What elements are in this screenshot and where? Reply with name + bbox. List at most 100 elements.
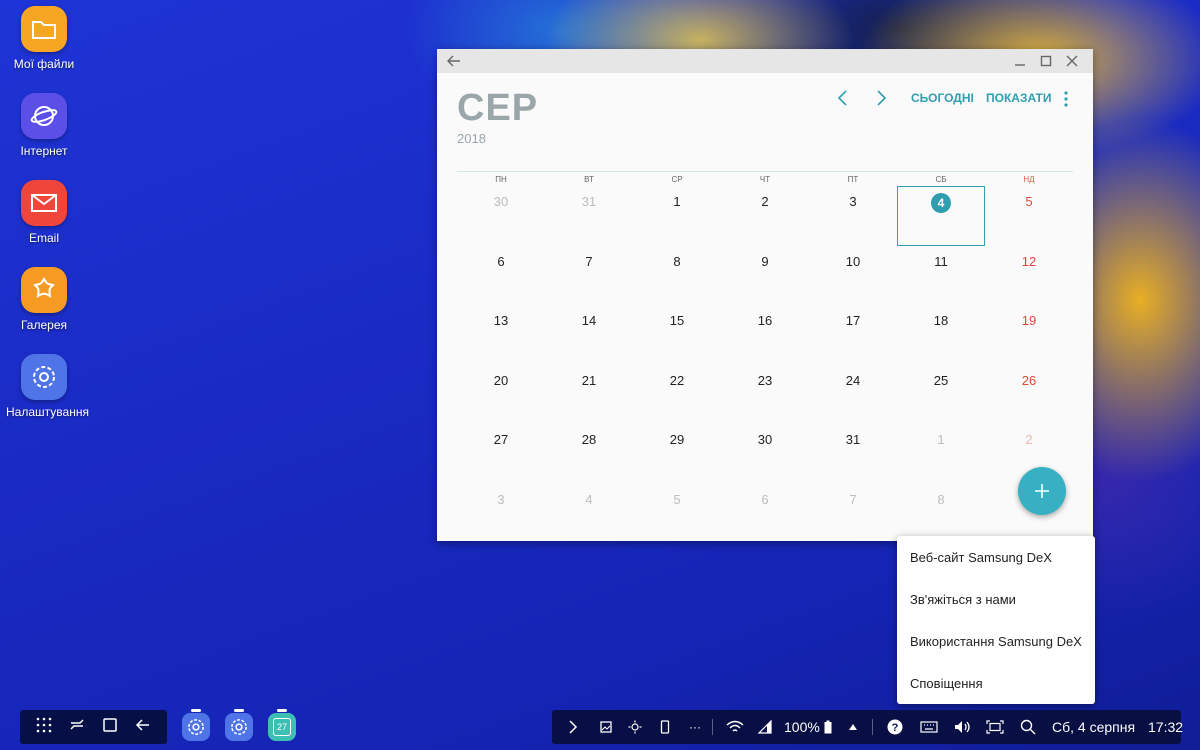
minimize-icon[interactable] <box>1013 53 1027 69</box>
screen-capture-icon[interactable] <box>986 710 1004 744</box>
running-indicator <box>234 709 244 712</box>
day-cell[interactable]: 8 <box>633 246 721 306</box>
week-row: 20 21 22 23 24 25 26 <box>457 365 1073 425</box>
day-cell[interactable]: 31 <box>545 186 633 246</box>
weekday-label: НД <box>1023 175 1035 184</box>
menu-item-contact-us[interactable]: Зв'яжіться з нами <box>897 578 1095 620</box>
recent-apps-icon[interactable] <box>69 717 85 738</box>
day-cell[interactable]: 4 <box>545 484 633 544</box>
desktop-icon-label: Галерея <box>20 318 68 332</box>
today-button[interactable]: СЬОГОДНІ <box>911 91 974 105</box>
menu-item-dex-website[interactable]: Веб-сайт Samsung DeX <box>897 536 1095 578</box>
phone-screen-icon[interactable] <box>660 710 670 744</box>
day-cell[interactable]: 15 <box>633 305 721 365</box>
day-cell[interactable]: 24 <box>809 365 897 425</box>
running-app-settings-2[interactable] <box>225 709 253 741</box>
brightness-icon[interactable] <box>628 710 642 744</box>
day-cell[interactable]: 2 <box>721 186 809 246</box>
day-cell[interactable]: 18 <box>897 305 985 365</box>
day-cell[interactable]: 5 <box>633 484 721 544</box>
help-icon[interactable]: ? <box>887 710 903 744</box>
day-cell[interactable]: 10 <box>809 246 897 306</box>
day-cell[interactable]: 26 <box>985 365 1073 425</box>
divider <box>712 719 713 735</box>
day-cell[interactable]: 12 <box>985 246 1073 306</box>
day-cell[interactable]: 31 <box>809 424 897 484</box>
day-cell[interactable]: 16 <box>721 305 809 365</box>
svg-text:?: ? <box>892 722 899 734</box>
apps-grid-icon[interactable] <box>36 717 52 738</box>
signal-icon[interactable] <box>758 710 772 744</box>
add-event-button[interactable] <box>1018 467 1066 515</box>
desktop-icon-email[interactable]: Email <box>6 180 82 245</box>
date-display[interactable]: Сб, 4 серпня <box>1052 710 1135 744</box>
desktop-icon-gallery[interactable]: Галерея <box>6 267 82 332</box>
day-cell[interactable]: 20 <box>457 365 545 425</box>
desktop-icon-settings[interactable]: Налаштування <box>6 354 89 419</box>
clock[interactable]: 17:32 <box>1148 710 1183 744</box>
more-icon[interactable]: ··· <box>689 710 701 744</box>
close-icon[interactable] <box>1065 53 1079 69</box>
week-row: 27 28 29 30 31 1 2 <box>457 424 1073 484</box>
day-cell[interactable]: 30 <box>721 424 809 484</box>
day-cell[interactable]: 30 <box>457 186 545 246</box>
internet-icon <box>21 93 67 139</box>
day-cell[interactable]: 17 <box>809 305 897 365</box>
running-indicator <box>277 709 287 712</box>
search-icon[interactable] <box>1020 710 1036 744</box>
screenshot-icon[interactable] <box>600 710 612 744</box>
desktop-icon-label: Email <box>28 231 59 245</box>
menu-item-notifications[interactable]: Сповіщення <box>897 662 1095 704</box>
email-icon <box>21 180 67 226</box>
day-cell[interactable]: 27 <box>457 424 545 484</box>
week-row: 30 31 1 2 3 4 5 <box>457 186 1073 246</box>
wifi-icon[interactable] <box>726 710 744 744</box>
day-cell[interactable]: 25 <box>897 365 985 425</box>
caret-up-icon[interactable] <box>848 710 858 744</box>
day-cell[interactable]: 6 <box>457 246 545 306</box>
day-cell[interactable]: 1 <box>897 424 985 484</box>
menu-item-using-dex[interactable]: Використання Samsung DeX <box>897 620 1095 662</box>
settings-icon <box>231 719 247 735</box>
day-cell[interactable]: 3 <box>809 186 897 246</box>
day-cell[interactable]: 9 <box>721 246 809 306</box>
day-cell-today[interactable]: 4 <box>897 186 985 246</box>
day-cell[interactable]: 1 <box>633 186 721 246</box>
day-cell[interactable]: 23 <box>721 365 809 425</box>
desktop-icon-my-files[interactable]: Мої файли <box>6 6 82 71</box>
day-cell[interactable]: 21 <box>545 365 633 425</box>
day-cell[interactable]: 11 <box>897 246 985 306</box>
keyboard-icon[interactable] <box>920 710 938 744</box>
battery-icon[interactable] <box>824 710 832 744</box>
calendar-icon: 27 <box>273 718 291 736</box>
week-row: 13 14 15 16 17 18 19 <box>457 305 1073 365</box>
day-cell[interactable]: 29 <box>633 424 721 484</box>
show-button[interactable]: ПОКАЗАТИ <box>986 91 1052 105</box>
day-cell[interactable]: 13 <box>457 305 545 365</box>
running-app-calendar[interactable]: 27 <box>268 709 296 741</box>
back-arrow-icon[interactable] <box>447 53 461 69</box>
running-app-settings[interactable] <box>182 709 210 741</box>
desktop-icon-internet[interactable]: Інтернет <box>6 93 82 158</box>
chevron-right-icon[interactable] <box>875 89 887 112</box>
volume-icon[interactable] <box>954 710 972 744</box>
day-cell[interactable]: 7 <box>809 484 897 544</box>
day-cell[interactable]: 8 <box>897 484 985 544</box>
day-cell[interactable]: 28 <box>545 424 633 484</box>
chevron-left-icon[interactable] <box>837 89 849 112</box>
day-cell[interactable]: 14 <box>545 305 633 365</box>
chevron-right-icon[interactable] <box>568 710 578 744</box>
more-options-icon[interactable] <box>1063 90 1069 113</box>
window-titlebar[interactable] <box>437 49 1093 73</box>
back-icon[interactable] <box>135 717 151 738</box>
day-cell[interactable]: 6 <box>721 484 809 544</box>
week-row: 6 7 8 9 10 11 12 <box>457 246 1073 306</box>
day-cell[interactable]: 3 <box>457 484 545 544</box>
day-cell[interactable]: 19 <box>985 305 1073 365</box>
day-cell[interactable]: 7 <box>545 246 633 306</box>
day-cell[interactable]: 22 <box>633 365 721 425</box>
day-cell[interactable]: 5 <box>985 186 1073 246</box>
home-icon[interactable] <box>102 717 118 738</box>
running-indicator <box>191 709 201 712</box>
maximize-icon[interactable] <box>1039 53 1053 69</box>
